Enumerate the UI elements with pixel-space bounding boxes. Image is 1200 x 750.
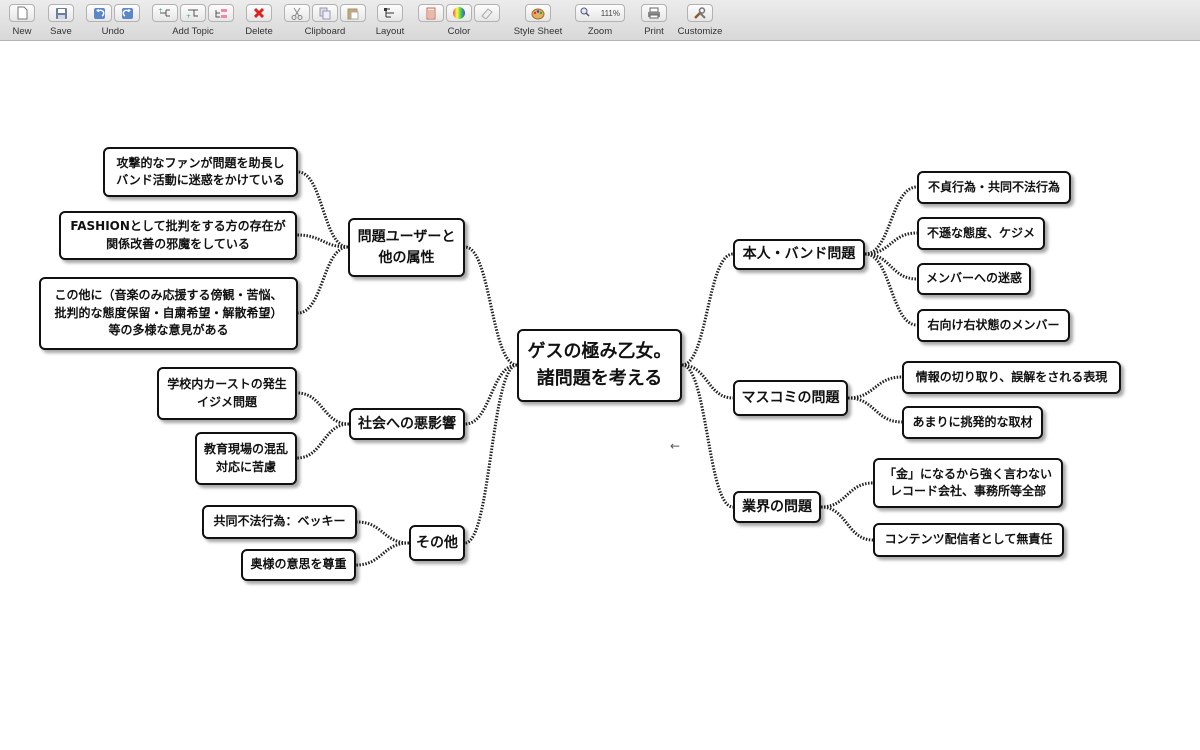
- connector-line: [864, 231, 918, 256]
- save-icon: [48, 4, 74, 22]
- sub-topic[interactable]: メンバーへの迷惑: [917, 263, 1031, 295]
- connector-line: [296, 391, 350, 426]
- connector-line: [464, 245, 518, 367]
- add-subtopic-icon[interactable]: +: [180, 4, 206, 22]
- zoom-control[interactable]: 111% Zoom: [570, 4, 630, 38]
- layout-button[interactable]: Layout: [374, 4, 406, 38]
- main-topic-left[interactable]: 問題ユーザーと 他の属性: [348, 218, 465, 277]
- cut-icon[interactable]: [284, 4, 310, 22]
- toolbar-label: Zoom: [587, 26, 613, 37]
- main-topic-left[interactable]: 社会への悪影響: [349, 408, 465, 440]
- sub-topic[interactable]: 不遜な態度、ケジメ: [917, 217, 1045, 250]
- customize-icon: [687, 4, 713, 22]
- connector-line: [820, 505, 874, 542]
- style-sheet-icon: [525, 4, 551, 22]
- svg-text:+: +: [186, 13, 191, 19]
- zoom-field[interactable]: 111%: [575, 4, 625, 22]
- connector-line: [355, 541, 410, 567]
- toolbar-label: Delete: [245, 26, 273, 37]
- new-icon: [9, 4, 35, 22]
- text-color-icon[interactable]: [418, 4, 444, 22]
- mindmap-canvas[interactable]: ゲスの極み乙女。 諸問題を考える 問題ユーザーと 他の属性 社会への悪影響 その…: [0, 41, 1200, 750]
- connector-line: [820, 481, 874, 509]
- main-topic-right[interactable]: マスコミの問題: [733, 380, 848, 416]
- svg-text:+: +: [158, 7, 163, 14]
- toolbar-label: Color: [447, 26, 471, 37]
- toolbar-label: Add Topic: [172, 26, 214, 37]
- undo-icon[interactable]: [86, 4, 112, 22]
- main-topic-right[interactable]: 業界の問題: [733, 491, 821, 523]
- sub-topic[interactable]: 不貞行為・共同不法行為: [917, 171, 1071, 204]
- style-sheet-button[interactable]: Style Sheet: [510, 4, 566, 38]
- print-icon: [641, 4, 667, 22]
- connector-line: [681, 252, 734, 367]
- sub-topic[interactable]: 教育現場の混乱 対応に苦慮: [195, 432, 297, 485]
- sub-topic[interactable]: 攻撃的なファンが問題を助長し バンド活動に迷惑をかけている: [103, 147, 298, 197]
- zoom-icon: [580, 7, 590, 19]
- sub-topic[interactable]: FASHIONとして批判をする方の存在が 関係改善の邪魔をしている: [59, 211, 297, 260]
- copy-icon[interactable]: [312, 4, 338, 22]
- customize-button[interactable]: Customize: [676, 4, 724, 38]
- connector-line: [296, 233, 349, 249]
- connector-line: [296, 422, 350, 460]
- sub-topic[interactable]: この他に（音楽のみ応援する傍観・苦悩、 批判的な態度保留・自粛希望・解散希望） …: [39, 277, 298, 350]
- sub-topic[interactable]: 「金」になるから強く言わない レコード会社、事務所等全部: [873, 458, 1063, 508]
- connector-line: [681, 363, 734, 509]
- toolbar-label: Customize: [677, 26, 723, 37]
- toolbar-label: New: [12, 26, 32, 37]
- mouse-cursor-icon: ←: [670, 439, 681, 453]
- save-button[interactable]: Save: [45, 4, 77, 38]
- zoom-value: 111%: [600, 8, 620, 18]
- layout-icon: [377, 4, 403, 22]
- connector-line: [847, 375, 903, 400]
- redo-icon[interactable]: [114, 4, 140, 22]
- delete-icon: [246, 4, 272, 22]
- delete-button[interactable]: Delete: [243, 4, 275, 38]
- eraser-icon[interactable]: [474, 4, 500, 22]
- undo-button-group[interactable]: Undo: [84, 4, 142, 38]
- central-topic[interactable]: ゲスの極み乙女。 諸問題を考える: [517, 329, 682, 402]
- print-button[interactable]: Print: [638, 4, 670, 38]
- sub-topic[interactable]: 情報の切り取り、誤解をされる表現: [902, 361, 1121, 394]
- main-topic-right[interactable]: 本人・バンド問題: [733, 239, 865, 270]
- toolbar-label: Undo: [101, 26, 125, 37]
- connector-line: [847, 396, 903, 424]
- toolbar-label: Print: [644, 26, 664, 37]
- connector-line: [297, 245, 349, 315]
- sub-topic[interactable]: 奥様の意思を尊重: [241, 549, 356, 581]
- add-topic-button-group[interactable]: + + Add Topic: [150, 4, 236, 38]
- paste-icon[interactable]: [340, 4, 366, 22]
- connector-line: [297, 170, 349, 249]
- toolbar-label: Save: [50, 26, 72, 37]
- sub-topic[interactable]: 右向け右状態のメンバー: [917, 309, 1070, 342]
- connector-line: [356, 520, 410, 545]
- sub-topic[interactable]: あまりに挑発的な取材: [902, 406, 1043, 439]
- new-button[interactable]: New: [6, 4, 38, 38]
- toolbar-label: Layout: [375, 26, 405, 37]
- color-button-group[interactable]: Color: [414, 4, 504, 38]
- toolbar-label: Style Sheet: [513, 26, 563, 37]
- toolbar-label: Clipboard: [304, 26, 346, 37]
- add-sibling-icon[interactable]: [208, 4, 234, 22]
- sub-topic[interactable]: 学校内カーストの発生 イジメ問題: [157, 367, 297, 420]
- toolbar: New Save Undo + + Add Topic Delete Clipb…: [0, 0, 1200, 41]
- add-topic-icon[interactable]: +: [152, 4, 178, 22]
- sub-topic[interactable]: 共同不法行為：ベッキー: [202, 505, 357, 539]
- main-topic-left[interactable]: その他: [409, 525, 465, 561]
- color-wheel-icon[interactable]: [446, 4, 472, 22]
- sub-topic[interactable]: コンテンツ配信者として無責任: [873, 523, 1064, 557]
- clipboard-button-group[interactable]: Clipboard: [282, 4, 368, 38]
